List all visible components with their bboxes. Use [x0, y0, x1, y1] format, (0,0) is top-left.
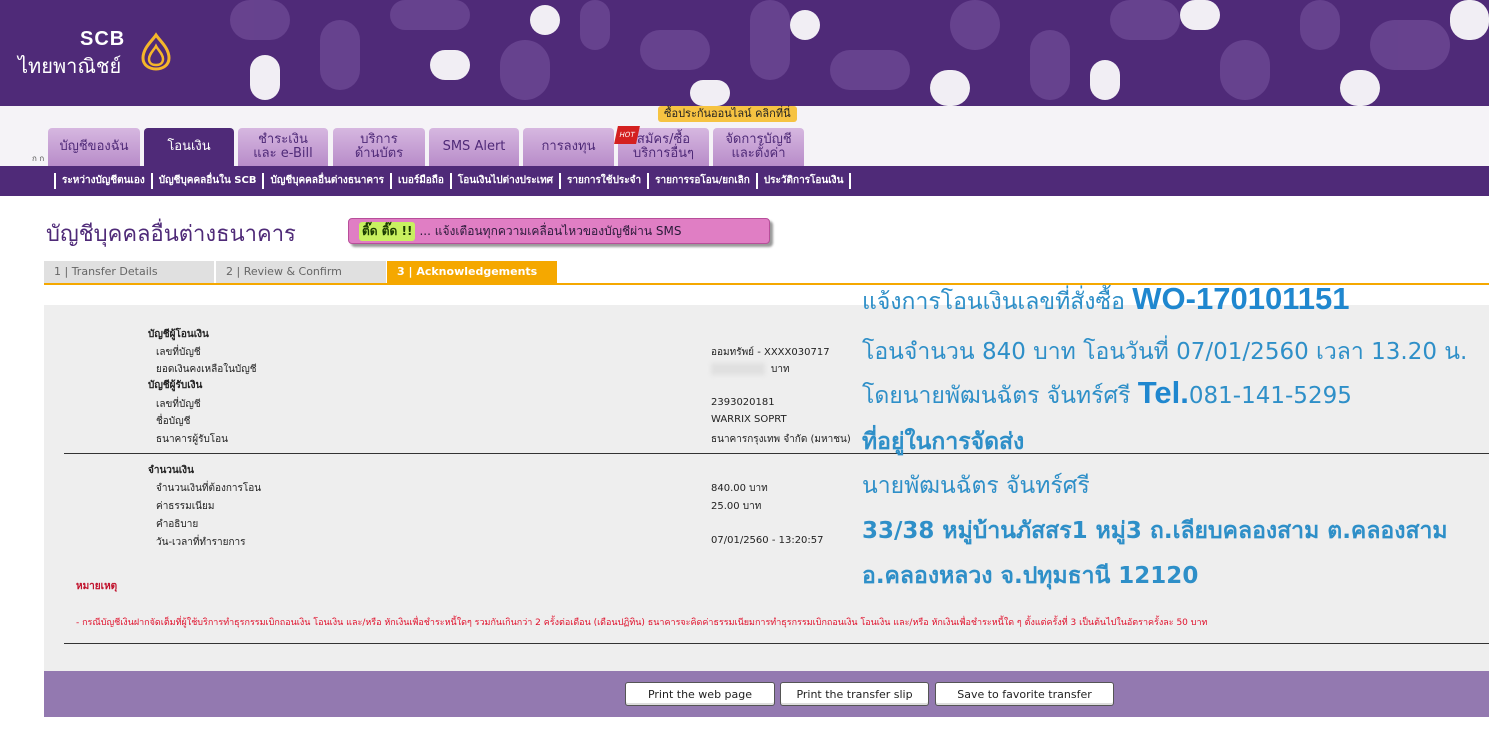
divider	[64, 453, 1489, 454]
amount-label: จำนวนเงินที่ต้องการโอน	[156, 483, 262, 494]
annotation-line-recipient: นายพัฒนฉัตร จันทร์ศรี	[862, 473, 1090, 499]
annotation-order-text: แจ้งการโอนเงินเลขที่สั่งซื้อ	[862, 289, 1133, 315]
sms-alert-banner[interactable]: ติ๊ด ติ๊ด !! ... แจ้งเตือนทุกความเคลื่อน…	[348, 218, 770, 244]
tab-payment-ebill[interactable]: ชำระเงิน และ e-Bill	[238, 128, 328, 166]
header-pattern	[230, 0, 1489, 106]
subnav-international[interactable]: โอนเงินไปต่างประเทศ	[449, 173, 559, 189]
to-bank-value: ธนาคารกรุงเทพ จำกัด (มหาชน)	[711, 434, 851, 445]
logo-thai-text: ไทยพาณิชย์	[18, 54, 122, 78]
tab-investment[interactable]: การลงทุน	[523, 128, 614, 166]
to-bank-label: ธนาคารผู้รับโอน	[156, 434, 229, 445]
to-name-value: WARRIX SOPRT	[711, 414, 787, 425]
print-page-button[interactable]: Print the web page	[625, 682, 775, 706]
remark-title: หมายเหตุ	[76, 581, 118, 592]
tab-label-line1: ชำระเงิน	[258, 132, 308, 147]
hot-badge: HOT	[614, 126, 640, 144]
subnav-other-bank[interactable]: บัญชีบุคคลอื่นต่างธนาคาร	[262, 173, 390, 189]
subnav-mobile[interactable]: เบอร์มือถือ	[390, 173, 450, 189]
tab-label: การลงทุน	[541, 139, 596, 154]
tab-other-services[interactable]: HOT สมัคร/ซื้อ บริการอื่นๆ	[614, 126, 709, 166]
page-title: บัญชีบุคคลอื่นต่างธนาคาร	[46, 222, 296, 247]
print-slip-button[interactable]: Print the transfer slip	[780, 682, 929, 706]
step-acknowledgements: 3 | Acknowledgements	[387, 261, 557, 283]
subnav-pending[interactable]: รายการรอโอน/ยกเลิก	[647, 173, 756, 189]
annotation-tel: 081-141-5295	[1188, 383, 1352, 409]
fee-label: ค่าธรรมเนียม	[156, 501, 215, 512]
font-size-toggle[interactable]: ก ก	[32, 152, 44, 165]
tab-label-line2: และตั้งค่า	[731, 146, 786, 161]
annotation-line-transfer: โอนจำนวน 840 บาท โอนวันที่ 07/01/2560 เว…	[862, 339, 1468, 365]
tab-label-line2: บริการอื่นๆ	[632, 146, 695, 161]
subnav-other-scb[interactable]: บัญชีบุคคลอื่นใน SCB	[150, 173, 263, 189]
datetime-label: วัน-เวลาที่ทำรายการ	[156, 537, 246, 548]
amount-heading: จำนวนเงิน	[148, 465, 194, 476]
sms-banner-highlight: ติ๊ด ติ๊ด !!	[359, 221, 416, 241]
tab-label: โอนเงิน	[167, 139, 211, 154]
save-favorite-button[interactable]: Save to favorite transfer	[935, 682, 1114, 706]
scb-emblem-icon	[141, 32, 171, 71]
tab-label-line2: และ e-Bill	[253, 146, 313, 161]
balance-unit: บาท	[771, 364, 790, 375]
balance-value: บาท	[711, 362, 790, 377]
from-account-value: ออมทรัพย์ - XXXX030717	[711, 347, 830, 358]
annotation-line-shipping: ที่อยู่ในการจัดส่ง	[862, 429, 1025, 455]
step-transfer-details: 1 | Transfer Details	[44, 261, 214, 283]
memo-label: คำอธิบาย	[156, 519, 199, 530]
annotation-line-sender: โดยนายพัฒนฉัตร จันทร์ศรี Tel.081-141-529…	[862, 375, 1352, 414]
to-heading: บัญชีผู้รับเงิน	[148, 380, 203, 391]
datetime-value: 07/01/2560 - 13:20:57	[711, 535, 824, 546]
tab-transfer[interactable]: โอนเงิน	[144, 128, 234, 166]
remark-text: - กรณีบัญชีเงินฝากจัดเต็มที่ผู้ใช้บริการ…	[76, 618, 1208, 628]
annotation-tel-label: Tel.	[1137, 375, 1189, 410]
tab-account-settings[interactable]: จัดการบัญชี และตั้งค่า	[713, 128, 804, 166]
step-review-confirm: 2 | Review & Confirm	[216, 261, 386, 283]
to-name-label: ชื่อบัญชี	[156, 416, 191, 427]
amount-value: 840.00 บาท	[711, 483, 768, 494]
annotation-order-number: WO-170101151	[1132, 281, 1350, 316]
annotation-line-address1: 33/38 หมู่บ้านภัสสร1 หมู่3 ถ.เลียบคลองสา…	[862, 518, 1448, 544]
to-account-label: เลขที่บัญชี	[156, 399, 201, 410]
divider	[64, 643, 1489, 644]
site-header: SCB ไทยพาณิชย์	[0, 0, 1489, 106]
tab-sms-alert[interactable]: SMS Alert	[429, 128, 519, 166]
tab-label: SMS Alert	[442, 139, 506, 154]
tab-card-services[interactable]: บริการ ด้านบัตร	[333, 128, 425, 166]
to-account-value: 2393020181	[711, 397, 775, 408]
subnav-history[interactable]: ประวัติการโอนเงิน	[755, 173, 852, 189]
tab-label-line1: บริการ	[360, 132, 398, 147]
fee-value: 25.00 บาท	[711, 501, 762, 512]
logo-scb-text: SCB	[80, 28, 126, 50]
annotation-sender-text: โดยนายพัฒนฉัตร จันทร์ศรี	[862, 383, 1138, 409]
transfer-subnav: ระหว่างบัญชีตนเอง บัญชีบุคคลอื่นใน SCB บ…	[0, 166, 1489, 196]
tab-label-line1: จัดการบัญชี	[725, 132, 792, 147]
tab-label: บัญชีของฉัน	[59, 139, 129, 154]
insurance-promo-badge[interactable]: ซื้อประกันออนไลน์ คลิกที่นี่	[658, 106, 797, 122]
from-account-label: เลขที่บัญชี	[156, 347, 201, 358]
from-heading: บัญชีผู้โอนเงิน	[148, 329, 209, 340]
balance-label: ยอดเงินคงเหลือในบัญชี	[156, 364, 257, 375]
tab-label-line2: ด้านบัตร	[354, 146, 404, 161]
annotation-line-address2: อ.คลองหลวง จ.ปทุมธานี 12120	[862, 563, 1199, 589]
tab-my-accounts[interactable]: บัญชีของฉัน	[48, 128, 140, 166]
tab-label-line1: สมัคร/ซื้อ	[636, 132, 691, 147]
subnav-favorites[interactable]: รายการใช้ประจำ	[559, 173, 647, 189]
subnav-own-accounts[interactable]: ระหว่างบัญชีตนเอง	[54, 173, 151, 189]
annotation-line-order: แจ้งการโอนเงินเลขที่สั่งซื้อ WO-17010115…	[862, 281, 1349, 320]
balance-redacted	[711, 363, 765, 375]
sms-banner-text: ... แจ้งเตือนทุกความเคลื่อนไหวของบัญชีผ่…	[419, 223, 682, 238]
